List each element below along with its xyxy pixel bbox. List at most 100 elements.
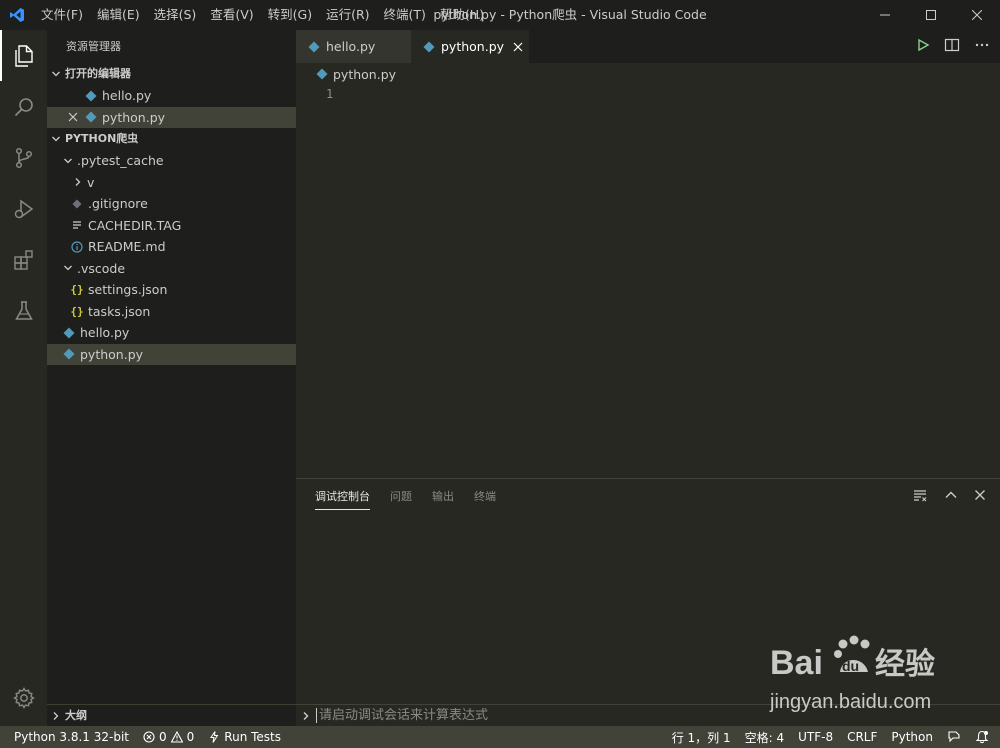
title-bar: 文件(F) 编辑(E) 选择(S) 查看(V) 转到(G) 运行(R) 终端(T… [0,0,1000,30]
close-icon [513,42,523,51]
tree-item-settings-json[interactable]: {} settings.json [47,279,296,301]
tree-item-label: settings.json [88,282,168,298]
tree-item-pytest-cache[interactable]: .pytest_cache [47,150,296,172]
tree-item-gitignore[interactable]: .gitignore [47,193,296,215]
minimize-button[interactable] [862,0,908,30]
menu-help[interactable]: 帮助(H) [433,0,491,30]
menu-terminal[interactable]: 终端(T) [377,0,433,30]
open-editor-python[interactable]: python.py [47,106,296,128]
tab-python-py[interactable]: python.py [411,30,529,63]
maximize-icon [926,10,936,20]
run-file-button[interactable] [916,38,930,56]
end-of-line[interactable]: CRLF [840,726,884,748]
close-icon [972,10,982,20]
close-icon[interactable] [65,109,81,125]
close-tab-button[interactable] [513,42,523,52]
open-editors-header[interactable]: 打开的编辑器 [47,63,296,85]
activity-run-debug[interactable] [0,183,47,234]
debug-repl [296,704,1000,726]
line-number: 1 [326,87,334,101]
tab-debug-console[interactable]: 调试控制台 [315,479,370,514]
text-file-icon [69,217,85,233]
menu-go[interactable]: 转到(G) [261,0,319,30]
activity-search[interactable] [0,81,47,132]
open-editor-hello[interactable]: hello.py [47,85,296,107]
gitignore-icon [69,196,85,212]
tree-item-label: .vscode [77,260,126,276]
ellipsis-icon [975,43,989,46]
sidebar-title: 资源管理器 [66,40,121,53]
tree-item-python-py[interactable]: python.py [47,343,296,365]
menu-bar: 文件(F) 编辑(E) 选择(S) 查看(V) 转到(G) 运行(R) 终端(T… [34,0,491,30]
python-interpreter[interactable]: Python 3.8.1 32-bit [0,726,136,748]
encoding[interactable]: UTF-8 [791,726,840,748]
beaker-icon [210,731,219,743]
tree-item-cachedir[interactable]: CACHEDIR.TAG [47,215,296,237]
json-icon: {} [70,304,84,318]
activity-source-control[interactable] [0,132,47,183]
notifications-button[interactable] [968,726,996,748]
tree-item-vscode[interactable]: .vscode [47,258,296,280]
activity-testing[interactable] [0,285,47,336]
tree-item-tasks-json[interactable]: {} tasks.json [47,301,296,323]
more-actions-button[interactable] [974,37,990,57]
play-icon [918,38,930,51]
panel-actions [912,479,986,514]
menu-file[interactable]: 文件(F) [34,0,90,30]
status-right: 行 1，列 1 空格: 4 UTF-8 CRLF Python [665,726,996,748]
breadcrumb[interactable]: python.py [296,63,1000,85]
open-editor-label: hello.py [102,88,152,104]
repl-input[interactable] [316,708,916,723]
tab-terminal[interactable]: 终端 [474,479,496,514]
run-tests-button[interactable]: Run Tests [201,726,288,748]
breadcrumb-file: python.py [333,66,397,82]
tab-output[interactable]: 输出 [432,479,454,514]
split-editor-icon [944,38,960,51]
tab-hello-py[interactable]: hello.py [296,30,411,63]
activity-extensions[interactable] [0,234,47,285]
folder-header[interactable]: PYTHON爬虫 [47,128,296,150]
explorer-icon [14,44,33,67]
feedback-button[interactable] [940,726,968,748]
activity-settings[interactable] [0,674,47,722]
menu-edit[interactable]: 编辑(E) [90,0,147,30]
indentation[interactable]: 空格: 4 [738,726,792,748]
minimize-icon [880,14,890,16]
clear-console-button[interactable] [912,487,928,507]
chevron-down-icon [61,263,75,273]
python-icon [83,88,99,104]
tree-item-label: v [87,174,95,190]
tree-item-label: .gitignore [88,196,148,212]
maximize-panel-button[interactable] [944,488,958,506]
tree-item-readme[interactable]: README.md [47,236,296,258]
code-editor[interactable]: 1 [296,85,1000,445]
tree-item-label: README.md [88,239,166,255]
editor-area: hello.py python.py python.py 1 [296,30,1000,478]
tree-item-hello-py[interactable]: hello.py [47,322,296,344]
language-mode[interactable]: Python [884,726,940,748]
close-window-button[interactable] [954,0,1000,30]
problems-status[interactable]: 0 0 [136,726,201,748]
chevron-up-icon [945,491,957,498]
menu-view[interactable]: 查看(V) [203,0,260,30]
source-control-icon [15,147,32,168]
tree-item-v[interactable]: v [47,172,296,194]
window-controls [862,0,1000,30]
close-panel-button[interactable] [974,489,986,505]
split-editor-button[interactable] [944,37,960,57]
extensions-icon [13,249,33,270]
menu-run[interactable]: 运行(R) [319,0,376,30]
maximize-button[interactable] [908,0,954,30]
outline-header[interactable]: 大纲 [47,704,296,726]
tab-problems[interactable]: 问题 [390,479,412,514]
clear-all-icon [914,489,927,501]
menu-selection[interactable]: 选择(S) [147,0,204,30]
run-debug-icon [14,199,33,218]
tab-label: python.py [441,39,505,54]
python-icon [423,41,435,53]
cursor-position[interactable]: 行 1，列 1 [665,726,738,748]
vscode-logo-icon [0,0,34,30]
chevron-down-icon [47,134,65,144]
tree-item-label: CACHEDIR.TAG [88,217,182,233]
activity-explorer[interactable] [0,30,47,81]
